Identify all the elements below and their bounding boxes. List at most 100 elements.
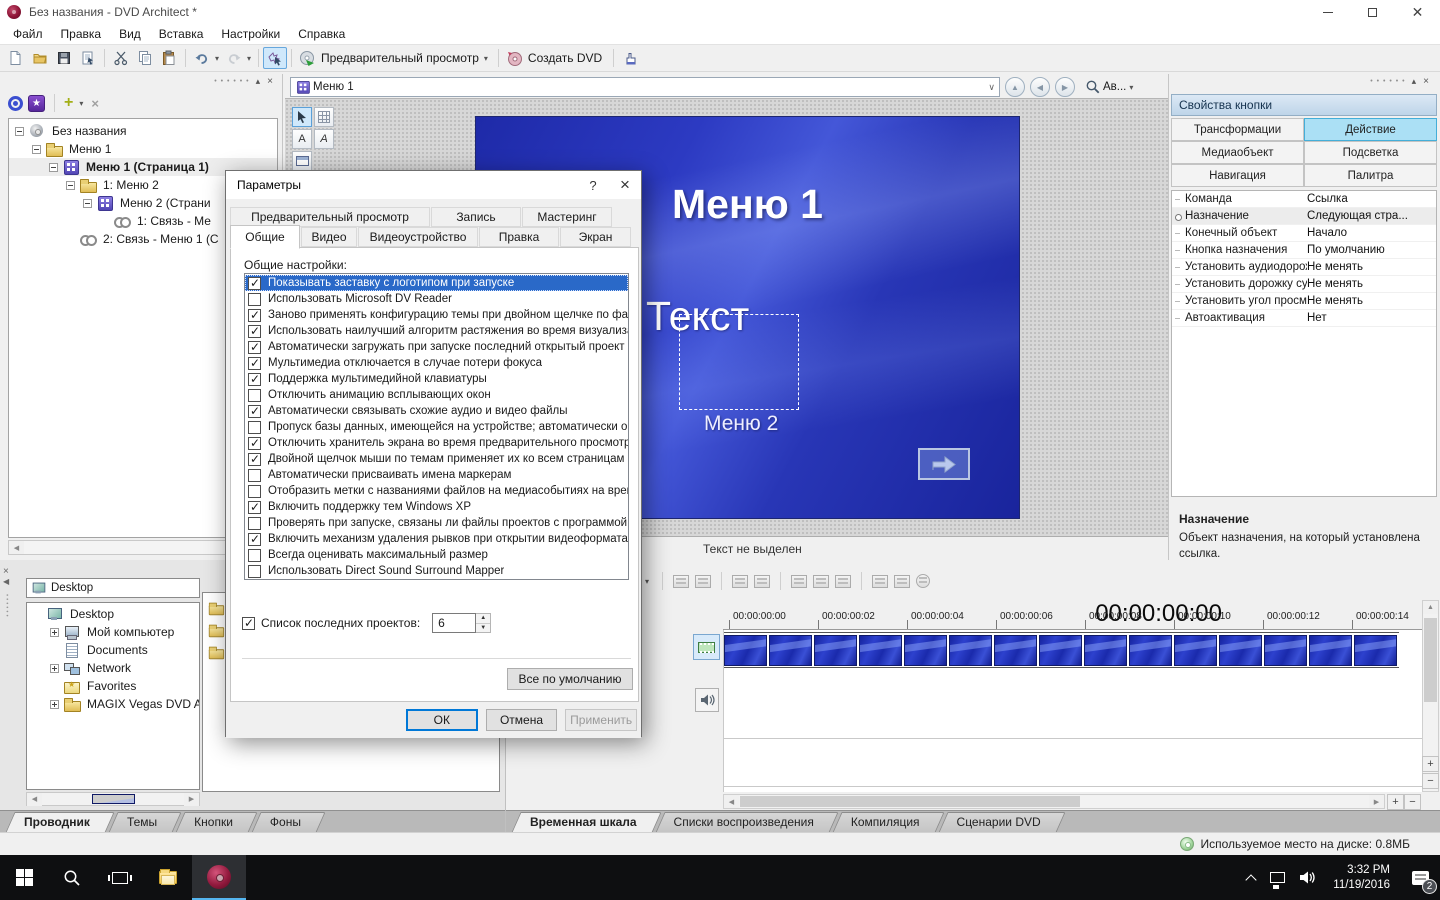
notification-center-button[interactable]: 2 xyxy=(1400,855,1440,900)
tab-Фоны[interactable]: Фоны xyxy=(256,812,321,833)
menu-selector-dropdown[interactable]: Меню 1 xyxy=(290,77,1000,97)
close-panel-icon[interactable] xyxy=(1423,76,1430,87)
option-checkbox[interactable] xyxy=(248,485,261,498)
scroll-left-icon[interactable] xyxy=(27,793,42,806)
scrollbar-thumb[interactable] xyxy=(1424,618,1437,702)
explorer-tree-item[interactable]: Network xyxy=(27,659,199,677)
option-row[interactable]: Включить поддержку тем Windows XP xyxy=(245,499,628,515)
option-checkbox[interactable] xyxy=(248,453,261,466)
video-frame-thumbnail[interactable] xyxy=(904,635,947,666)
option-row[interactable]: Двойной щелчок мыши по темам применяет и… xyxy=(245,451,628,467)
audio-track-button[interactable] xyxy=(695,688,719,712)
selection-tool-button[interactable] xyxy=(263,47,287,69)
redo-button[interactable] xyxy=(222,47,246,69)
video-frame-thumbnail[interactable] xyxy=(814,635,857,666)
nav-forward-button[interactable] xyxy=(1055,77,1075,97)
delete-item-button[interactable] xyxy=(91,96,99,111)
property-value[interactable]: Не менять xyxy=(1307,261,1436,273)
option-row[interactable]: Пропуск базы данных, имеющейся на устрой… xyxy=(245,419,628,435)
preview-dropdown-icon[interactable]: ▾ xyxy=(484,54,488,63)
tab-Компиляция[interactable]: Компиляция xyxy=(837,812,940,833)
tree-expander-icon[interactable] xyxy=(50,664,59,673)
import-media-icon[interactable] xyxy=(732,575,748,588)
option-row[interactable]: Мультимедиа отключается в случае потери … xyxy=(245,355,628,371)
tab-Временная шкала[interactable]: Временная шкала xyxy=(516,812,657,833)
video-frame-thumbnail[interactable] xyxy=(859,635,902,666)
option-row[interactable]: Отключить хранитель экрана во время пред… xyxy=(245,435,628,451)
option-checkbox[interactable] xyxy=(248,341,261,354)
tree-expander-icon[interactable] xyxy=(50,700,59,709)
recent-projects-checkbox[interactable] xyxy=(242,617,255,630)
tree-expander-icon[interactable] xyxy=(49,163,58,172)
folder-open-icon[interactable] xyxy=(894,575,910,588)
insert-track-icon[interactable] xyxy=(791,575,807,588)
menu2-button-label[interactable]: Меню 2 xyxy=(704,412,778,436)
video-frame-thumbnail[interactable] xyxy=(949,635,992,666)
dialog-help-button[interactable]: ? xyxy=(577,171,609,199)
scroll-right-icon[interactable] xyxy=(1369,795,1384,808)
scroll-left-icon[interactable] xyxy=(724,795,739,808)
loop-icon[interactable] xyxy=(916,574,930,588)
option-checkbox[interactable] xyxy=(248,437,261,450)
text-tool-button[interactable] xyxy=(292,129,312,149)
scroll-right-icon[interactable] xyxy=(184,793,199,806)
properties-tab-Трансформации[interactable]: Трансформации xyxy=(1171,118,1304,141)
option-checkbox[interactable] xyxy=(248,421,261,434)
option-checkbox[interactable] xyxy=(248,373,261,386)
option-checkbox[interactable] xyxy=(248,517,261,530)
collapse-panel-icon[interactable] xyxy=(3,577,21,586)
menubar-item-Справка[interactable]: Справка xyxy=(289,25,354,43)
open-project-button[interactable] xyxy=(28,47,52,69)
scrollbar-thumb[interactable] xyxy=(92,794,135,804)
tab-Темы[interactable]: Темы xyxy=(113,812,177,833)
marker-dropdown-icon[interactable]: ▾ xyxy=(645,577,649,586)
dialog-tab-Экран[interactable]: Экран xyxy=(560,227,631,247)
grid-tool-button[interactable] xyxy=(314,107,334,127)
option-checkbox[interactable] xyxy=(248,389,261,402)
next-page-arrow-button[interactable] xyxy=(918,448,970,480)
close-button[interactable]: ✕ xyxy=(1395,0,1440,24)
property-value[interactable]: Не менять xyxy=(1307,295,1436,307)
explorer-tree-item[interactable]: MAGIX Vegas DVD Archit xyxy=(27,695,199,713)
task-view-button[interactable] xyxy=(96,855,144,900)
dialog-tab-Предварительный просмотр[interactable]: Предварительный просмотр xyxy=(230,207,430,227)
video-track-button[interactable] xyxy=(693,634,720,660)
capture-icon[interactable] xyxy=(754,575,770,588)
export-icon[interactable] xyxy=(695,575,711,588)
network-tray-button[interactable] xyxy=(1263,855,1292,900)
option-row[interactable]: Проверять при запуске, связаны ли файлы … xyxy=(245,515,628,531)
property-value[interactable]: Нет xyxy=(1307,312,1436,324)
video-frame-thumbnail[interactable] xyxy=(1129,635,1172,666)
copy-button[interactable] xyxy=(133,47,157,69)
dialog-close-button[interactable] xyxy=(609,171,641,199)
option-row[interactable]: Всегда оценивать максимальный размер xyxy=(245,547,628,563)
paste-button[interactable] xyxy=(157,47,181,69)
option-checkbox[interactable] xyxy=(248,325,261,338)
undo-button[interactable] xyxy=(190,47,214,69)
project-tree-item[interactable]: Без названия xyxy=(9,122,277,140)
tab-Проводник[interactable]: Проводник xyxy=(10,812,110,833)
collapse-panel-icon[interactable] xyxy=(1412,76,1418,87)
close-panel-icon[interactable] xyxy=(3,566,21,577)
property-row[interactable]: Конечный объектНачало xyxy=(1172,225,1436,242)
preview-button[interactable]: Предварительный просмотр ▾ xyxy=(296,47,494,69)
track-zoom-out-button[interactable]: − xyxy=(1422,773,1439,789)
dialog-tab-Видеоустройство[interactable]: Видеоустройство xyxy=(358,227,478,247)
video-frame-thumbnail[interactable] xyxy=(1174,635,1217,666)
option-checkbox[interactable] xyxy=(248,549,261,562)
menubar-item-Вид[interactable]: Вид xyxy=(110,25,150,43)
dialog-tab-Видео[interactable]: Видео xyxy=(301,227,357,247)
create-dvd-button[interactable]: Создать DVD xyxy=(503,47,609,69)
property-value[interactable]: Следующая стра... xyxy=(1307,210,1436,222)
tray-chevron-button[interactable] xyxy=(1240,855,1263,900)
auto-ripple-icon[interactable] xyxy=(835,575,851,588)
property-row[interactable]: Кнопка назначенияПо умолчанию xyxy=(1172,242,1436,259)
timeline-ruler[interactable]: 00:00:00:0000:00:00:0200:00:00:0400:00:0… xyxy=(723,606,1425,630)
option-row[interactable]: Заново применять конфигурацию темы при д… xyxy=(245,307,628,323)
new-project-button[interactable] xyxy=(4,47,28,69)
properties-tab-Действие[interactable]: Действие xyxy=(1304,118,1437,141)
tree-expander-icon[interactable] xyxy=(50,628,59,637)
video-frame-thumbnail[interactable] xyxy=(994,635,1037,666)
tab-Сценарии DVD[interactable]: Сценарии DVD xyxy=(943,812,1061,833)
timeline-zoom-out-button[interactable]: − xyxy=(1404,794,1421,810)
